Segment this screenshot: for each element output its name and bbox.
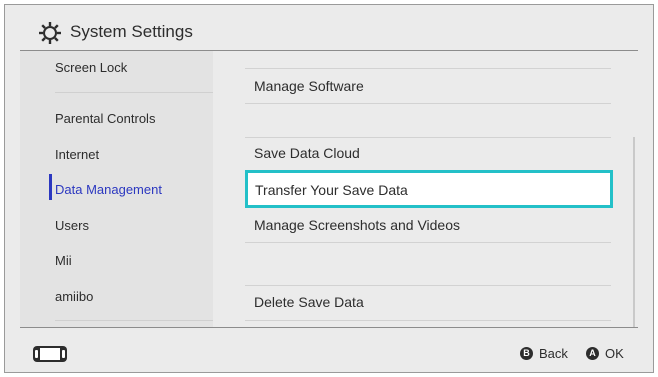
row-divider [245, 285, 611, 286]
scrollbar[interactable] [633, 137, 635, 327]
back-label: Back [539, 345, 568, 361]
menu-item-label: Transfer Your Save Data [255, 182, 408, 198]
settings-window: System Settings Screen Lock Parental Con… [4, 4, 654, 373]
sidebar-item-internet[interactable]: Internet [55, 147, 99, 162]
back-button[interactable]: B Back [520, 345, 568, 361]
ok-button[interactable]: A OK [586, 345, 624, 361]
row-divider [245, 68, 611, 69]
ok-label: OK [605, 345, 624, 361]
sidebar-item-amiibo[interactable]: amiibo [55, 289, 93, 304]
sidebar-item-users[interactable]: Users [55, 218, 89, 233]
row-divider [245, 320, 611, 321]
a-button-icon: A [586, 346, 599, 360]
sidebar-item-mii[interactable]: Mii [55, 253, 72, 268]
page-title: System Settings [70, 22, 193, 41]
row-divider [245, 103, 611, 104]
menu-item-manage-software[interactable]: Manage Software [254, 78, 364, 94]
sidebar-divider [55, 92, 213, 93]
active-indicator [49, 174, 52, 200]
gear-icon [39, 22, 61, 44]
row-divider [245, 242, 611, 243]
menu-item-save-data-cloud[interactable]: Save Data Cloud [254, 145, 360, 161]
menu-item-manage-screenshots[interactable]: Manage Screenshots and Videos [254, 217, 460, 233]
menu-item-delete-save-data[interactable]: Delete Save Data [254, 294, 364, 310]
main-content: Manage Software Save Data Cloud Transfer… [213, 51, 638, 327]
header: System Settings [5, 5, 653, 51]
b-button-icon: B [520, 346, 533, 360]
footer-divider [20, 327, 638, 328]
sidebar-item-screen-lock[interactable]: Screen Lock [55, 60, 127, 75]
sidebar: Screen Lock Parental Controls Internet D… [20, 51, 213, 327]
sidebar-divider [55, 320, 213, 321]
sidebar-item-parental-controls[interactable]: Parental Controls [55, 111, 155, 126]
row-divider [245, 137, 611, 138]
sidebar-item-data-management[interactable]: Data Management [55, 182, 162, 197]
console-icon [33, 346, 67, 362]
menu-item-transfer-save-data[interactable]: Transfer Your Save Data [245, 170, 613, 208]
